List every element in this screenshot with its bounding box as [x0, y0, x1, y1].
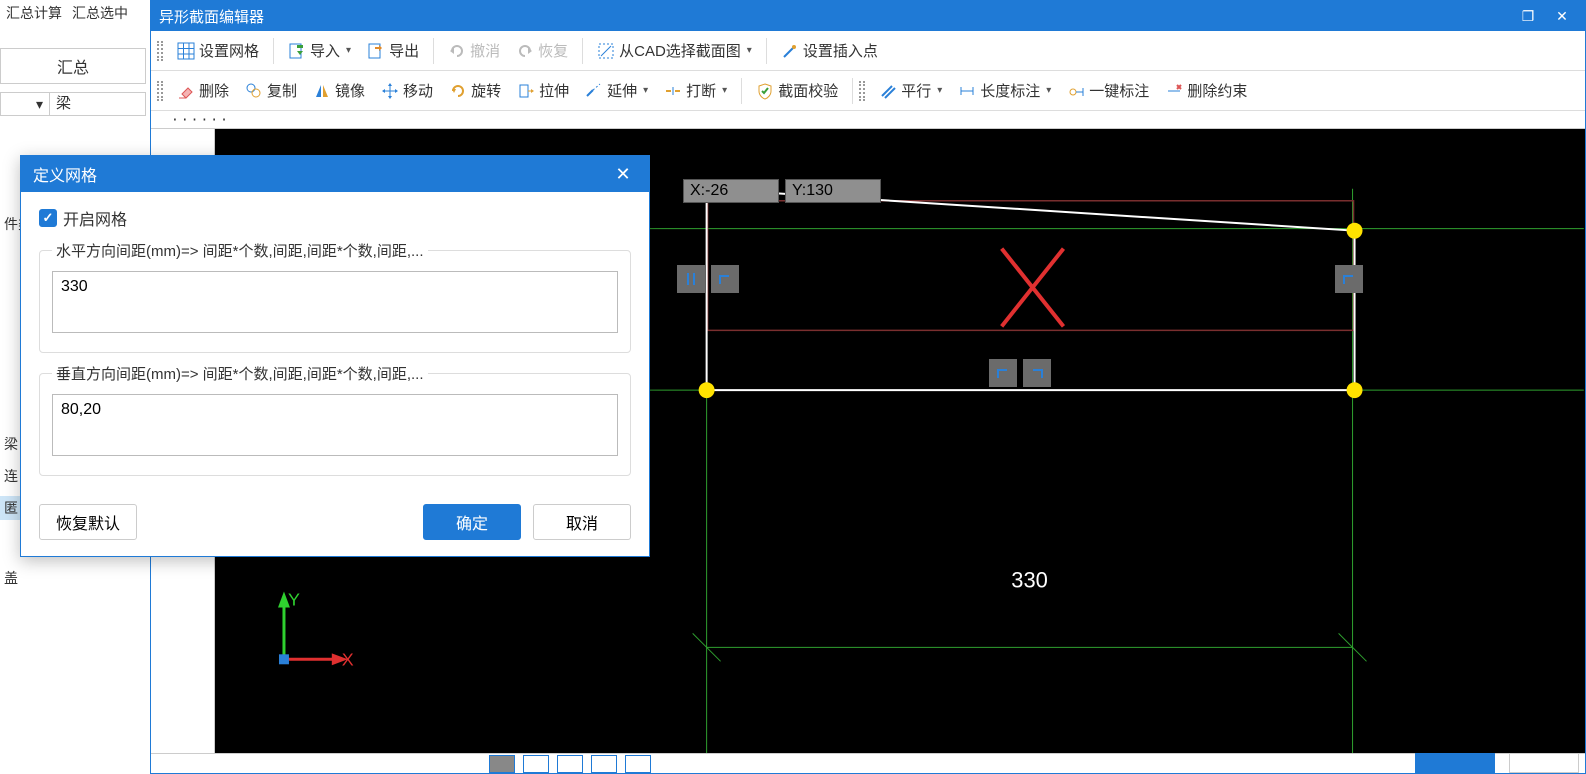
- cancel-button[interactable]: 取消: [533, 504, 631, 540]
- toolbar-handle[interactable]: [859, 81, 865, 101]
- footer-toggle[interactable]: [557, 755, 583, 773]
- auto-dim-button[interactable]: 一键标注: [1059, 78, 1157, 103]
- delete-constraint-button[interactable]: 删除约束: [1157, 78, 1255, 103]
- stretch-button[interactable]: 拉伸: [509, 78, 577, 103]
- constraint-vertical-icon[interactable]: [677, 265, 705, 293]
- extend-button[interactable]: 延伸▾: [577, 78, 656, 103]
- stretch-icon: [517, 82, 535, 100]
- enable-grid-checkbox[interactable]: ✓: [39, 209, 57, 227]
- cad-select-icon: [597, 42, 615, 60]
- footer-toggle[interactable]: [591, 755, 617, 773]
- coord-y-readout: Y:130: [785, 179, 881, 203]
- svg-text:330: 330: [1011, 568, 1048, 593]
- copy-button[interactable]: 复制: [237, 78, 305, 103]
- undo-button[interactable]: 撤消: [440, 38, 508, 63]
- insert-point-icon: [781, 42, 799, 60]
- rotate-icon: [449, 82, 467, 100]
- from-cad-button[interactable]: 从CAD选择截面图▾: [589, 38, 760, 63]
- footer-toggle[interactable]: [625, 755, 651, 773]
- constraint-perp-icon[interactable]: [1335, 265, 1363, 293]
- shield-check-icon: [756, 82, 774, 100]
- parallel-button[interactable]: 平行▾: [871, 78, 950, 103]
- enable-grid-label: 开启网格: [63, 206, 127, 230]
- constraint-perp-icon[interactable]: [989, 359, 1017, 387]
- menu-summary-sel[interactable]: 汇总选中: [72, 3, 128, 23]
- extend-icon: [585, 82, 603, 100]
- chevron-down-icon: ▾: [937, 85, 942, 96]
- menu-summary-calc[interactable]: 汇总计算: [6, 3, 62, 23]
- toolbar-handle[interactable]: [157, 41, 163, 61]
- mirror-icon: [313, 82, 331, 100]
- copy-icon: [245, 82, 263, 100]
- break-icon: [664, 82, 682, 100]
- dimension-icon: [958, 82, 976, 100]
- define-grid-dialog: 定义网格 ✕ ✓ 开启网格 水平方向间距(mm)=> 间距*个数,间距,间距*个…: [20, 155, 650, 557]
- footer-toggle[interactable]: [523, 755, 549, 773]
- footer-toggle[interactable]: [489, 755, 515, 773]
- length-dim-button[interactable]: 长度标注▾: [950, 78, 1059, 103]
- auto-dim-icon: [1067, 82, 1085, 100]
- bg-dropdown-arrow[interactable]: ▾: [0, 92, 50, 116]
- ruler-mark: ······: [171, 113, 230, 128]
- vertical-spacing-group: 垂直方向间距(mm)=> 间距*个数,间距,间距*个数,间距,...: [39, 363, 631, 476]
- chevron-down-icon: ▾: [643, 85, 648, 96]
- move-button[interactable]: 移动: [373, 78, 441, 103]
- editor-footer: [151, 753, 1585, 773]
- left-item[interactable]: 盖: [0, 566, 26, 590]
- parallel-icon: [879, 82, 897, 100]
- dialog-titlebar[interactable]: 定义网格 ✕: [21, 156, 649, 192]
- constraint-perp-icon[interactable]: [1023, 359, 1051, 387]
- dialog-title-text: 定义网格: [33, 162, 97, 186]
- bg-dropdown[interactable]: ▾ 梁: [0, 92, 146, 116]
- horizontal-spacing-input[interactable]: [52, 271, 618, 333]
- svg-text:Y: Y: [288, 589, 300, 609]
- svg-text:X: X: [342, 649, 354, 669]
- window-restore-icon[interactable]: ❐: [1513, 5, 1543, 27]
- vertical-spacing-input[interactable]: [52, 394, 618, 456]
- toolbar-secondary: 删除 复制 镜像 移动 旋转 拉伸 延伸▾ 打断▾: [151, 71, 1585, 111]
- editor-title-text: 异形截面编辑器: [159, 6, 264, 27]
- close-icon[interactable]: ✕: [609, 162, 637, 186]
- restore-default-button[interactable]: 恢复默认: [39, 504, 137, 540]
- horizontal-spacing-group: 水平方向间距(mm)=> 间距*个数,间距,间距*个数,间距,...: [39, 240, 631, 353]
- grid-icon: [177, 42, 195, 60]
- break-button[interactable]: 打断▾: [656, 78, 735, 103]
- horizontal-spacing-legend: 水平方向间距(mm)=> 间距*个数,间距,间距*个数,间距,...: [52, 240, 428, 261]
- redo-icon: [516, 42, 534, 60]
- chevron-down-icon: ▾: [346, 45, 351, 56]
- footer-ok-button[interactable]: [1415, 753, 1495, 773]
- background-menubar: 汇总计算 汇总选中: [0, 0, 134, 26]
- bg-dropdown-value: 梁: [50, 92, 146, 116]
- set-grid-button[interactable]: 设置网格: [169, 38, 267, 63]
- mirror-button[interactable]: 镜像: [305, 78, 373, 103]
- vertical-spacing-legend: 垂直方向间距(mm)=> 间距*个数,间距,间距*个数,间距,...: [52, 363, 428, 384]
- horizontal-ruler[interactable]: ······: [151, 111, 1585, 129]
- coord-x-readout: X:-26: [683, 179, 779, 203]
- window-close-icon[interactable]: ✕: [1547, 5, 1577, 27]
- eraser-icon: [177, 82, 195, 100]
- delete-constraint-icon: [1165, 82, 1183, 100]
- constraint-perp-icon[interactable]: [711, 265, 739, 293]
- import-icon: [288, 42, 306, 60]
- ok-button[interactable]: 确定: [423, 504, 521, 540]
- delete-button[interactable]: 删除: [169, 78, 237, 103]
- chevron-down-icon: ▾: [747, 45, 752, 56]
- rotate-button[interactable]: 旋转: [441, 78, 509, 103]
- footer-cancel-button[interactable]: [1509, 753, 1579, 773]
- validate-button[interactable]: 截面校验: [748, 78, 846, 103]
- export-icon: [367, 42, 385, 60]
- insert-point-button[interactable]: 设置插入点: [773, 38, 886, 63]
- bg-tab-summary[interactable]: 汇总: [0, 48, 146, 84]
- toolbar-primary: 设置网格 导入▾ 导出 撤消 恢复 从CAD选择截面图▾ 设置插入点: [151, 31, 1585, 71]
- move-icon: [381, 82, 399, 100]
- redo-button[interactable]: 恢复: [508, 38, 576, 63]
- undo-icon: [448, 42, 466, 60]
- chevron-down-icon: ▾: [722, 85, 727, 96]
- export-button[interactable]: 导出: [359, 38, 427, 63]
- editor-titlebar[interactable]: 异形截面编辑器 ❐ ✕: [151, 1, 1585, 31]
- chevron-down-icon: ▾: [1046, 85, 1051, 96]
- import-button[interactable]: 导入▾: [280, 38, 359, 63]
- toolbar-handle[interactable]: [157, 81, 163, 101]
